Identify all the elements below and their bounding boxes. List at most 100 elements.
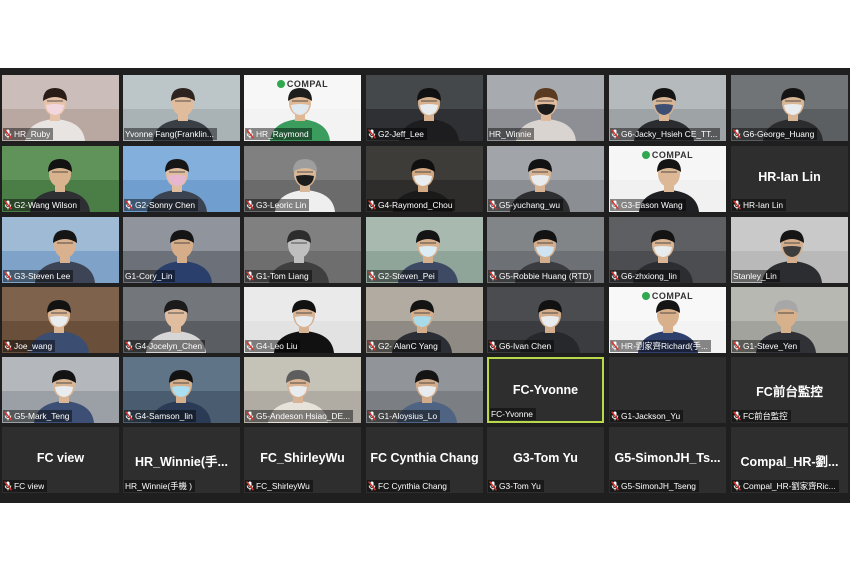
video-gallery: HR_Ruby Yvonne Fang(Franklin... COMPAL HR_R… <box>0 68 850 503</box>
participant-name: G3-Steven Lee <box>14 271 71 281</box>
participant-name-label: HR-劉家齊Richard(手... <box>610 340 712 352</box>
participant-name: G2-Steven_Pei <box>378 271 435 281</box>
participant-tile[interactable]: G6-zhxiong_lin <box>609 217 726 283</box>
mic-muted-icon <box>733 341 741 351</box>
mic-muted-icon <box>246 411 254 421</box>
participant-name: G5-yuchang_wu <box>499 200 560 210</box>
participant-name: G2-Wang Wilson <box>14 200 77 210</box>
mic-muted-icon <box>489 271 497 281</box>
participant-tile[interactable]: G3-Steven Lee <box>2 217 119 283</box>
participant-name: Joe_wang <box>14 341 53 351</box>
participant-name: HR_Ruby <box>14 129 51 139</box>
participant-name: G5-Robbie Huang (RTD) <box>499 271 592 281</box>
participant-tile[interactable]: COMPAL HR_Raymond <box>244 75 361 141</box>
mic-muted-icon <box>4 411 12 421</box>
participant-tile[interactable]: FC_ShirleyWu FC_ShirleyWu <box>244 427 361 493</box>
participant-name-label: G5-Mark_Teng <box>3 410 73 422</box>
participant-tile[interactable]: G2-Wang Wilson <box>2 146 119 212</box>
participant-tile[interactable]: Compal_HR-劉... Compal_HR-劉家齊Ric... <box>731 427 848 493</box>
participant-tile[interactable]: G2-Steven_Pei <box>366 217 483 283</box>
participant-tile[interactable]: G3-Tom Yu G3-Tom Yu <box>487 427 604 493</box>
participant-name: G1-Aloysius_Lo <box>378 411 438 421</box>
participant-tile[interactable]: G1-Jackson_Yu <box>609 357 726 423</box>
participant-name: HR-Ian Lin <box>743 200 784 210</box>
participant-tile[interactable]: G4-Samson_lin <box>123 357 240 423</box>
mic-muted-icon <box>246 271 254 281</box>
participant-name: G3-Eason Wang <box>621 200 683 210</box>
participant-tile[interactable]: G2-Jeff_Lee <box>366 75 483 141</box>
participant-name-label: G6-Ivan Chen <box>488 340 555 352</box>
participant-name-label: G6-Jacky_Hsieh CE_TT... <box>610 128 721 140</box>
mic-muted-icon <box>368 271 376 281</box>
participant-tile[interactable]: FC view FC view <box>2 427 119 493</box>
participant-tile[interactable]: FC-Yvonne FC-Yvonne <box>487 357 604 423</box>
participant-tile[interactable]: HR_Winnie <box>487 75 604 141</box>
participant-name: G6-zhxiong_lin <box>621 271 677 281</box>
mic-muted-icon <box>611 341 619 351</box>
participant-tile[interactable]: G5-Andeson Hsiao_DE... <box>244 357 361 423</box>
mic-muted-icon <box>611 411 619 421</box>
participant-tile[interactable]: G3-Leoric Lin <box>244 146 361 212</box>
participant-name: G1-Steve_Yen <box>743 341 798 351</box>
mic-muted-icon <box>125 411 133 421</box>
participant-tile[interactable]: G4-Raymond_Chou <box>366 146 483 212</box>
mic-muted-icon <box>246 481 254 491</box>
participant-tile[interactable]: G5-SimonJH_Ts... G5-SimonJH_Tseng <box>609 427 726 493</box>
participant-tile[interactable]: Joe_wang <box>2 287 119 353</box>
participant-tile[interactable]: FC前台監控 FC前台監控 <box>731 357 848 423</box>
participant-display-name: FC view <box>36 451 85 465</box>
mic-muted-icon <box>611 200 619 210</box>
participant-name-label: G5-SimonJH_Tseng <box>610 480 699 492</box>
participant-tile[interactable]: G5-yuchang_wu <box>487 146 604 212</box>
participant-tile[interactable]: G2- AlanC Yang <box>366 287 483 353</box>
participant-tile[interactable]: G1-Tom Liang <box>244 217 361 283</box>
participant-tile[interactable]: G6-Ivan Chen <box>487 287 604 353</box>
participant-name-label: HR_Ruby <box>3 128 54 140</box>
mic-muted-icon <box>246 341 254 351</box>
participant-tile[interactable]: G5-Robbie Huang (RTD) <box>487 217 604 283</box>
participant-tile[interactable]: HR-Ian Lin HR-Ian Lin <box>731 146 848 212</box>
participant-name-label: HR_Raymond <box>245 128 312 140</box>
participant-tile[interactable]: Yvonne Fang(Franklin... <box>123 75 240 141</box>
participant-tile[interactable]: G1-Aloysius_Lo <box>366 357 483 423</box>
participant-name-label: G1-Jackson_Yu <box>610 410 684 422</box>
participant-name-label: FC view <box>3 480 48 492</box>
participant-name: HR_Winnie(手機 ) <box>125 481 193 491</box>
participant-display-name: FC_ShirleyWu <box>260 451 345 465</box>
participant-tile[interactable]: G6-George_Huang <box>731 75 848 141</box>
participant-tile[interactable]: G1-Steve_Yen <box>731 287 848 353</box>
mic-muted-icon <box>246 129 254 139</box>
participant-name: FC Cynthia Chang <box>378 481 447 491</box>
mic-muted-icon <box>368 129 376 139</box>
participant-name-label: Joe_wang <box>3 340 56 352</box>
participant-tile[interactable]: G4-Jocelyn_Chen <box>123 287 240 353</box>
participant-tile[interactable]: COMPAL G3-Eason Wang <box>609 146 726 212</box>
participant-name: HR_Winnie <box>489 129 532 139</box>
participant-name: G5-Andeson Hsiao_DE... <box>256 411 351 421</box>
participant-tile[interactable]: G2-Sonny Chen <box>123 146 240 212</box>
participant-tile[interactable]: G4-Leo Liu <box>244 287 361 353</box>
participant-name-label: G2-Steven_Pei <box>367 270 438 282</box>
participant-tile[interactable]: HR_Winnie(手... HR_Winnie(手機 ) <box>123 427 240 493</box>
mic-muted-icon <box>733 200 741 210</box>
mic-muted-icon <box>733 129 741 139</box>
participant-name: HR_Raymond <box>256 129 309 139</box>
participant-name-label: G1-Steve_Yen <box>732 340 801 352</box>
participant-tile[interactable]: G5-Mark_Teng <box>2 357 119 423</box>
participant-tile[interactable]: G6-Jacky_Hsieh CE_TT... <box>609 75 726 141</box>
participant-name: G4-Raymond_Chou <box>378 200 453 210</box>
participant-display-name: FC Cynthia Chang <box>370 451 479 465</box>
participant-name: G3-Tom Yu <box>499 481 541 491</box>
participant-name-label: G2- AlanC Yang <box>367 340 441 352</box>
participant-tile[interactable]: COMPAL HR-劉家齊Richard(手... <box>609 287 726 353</box>
mic-muted-icon <box>611 271 619 281</box>
participant-name-label: G6-George_Huang <box>732 128 818 140</box>
participant-tile[interactable]: Stanley_Lin <box>731 217 848 283</box>
participant-tile[interactable]: HR_Ruby <box>2 75 119 141</box>
participant-tile[interactable]: G1-Cory_Lin <box>123 217 240 283</box>
mic-muted-icon <box>125 341 133 351</box>
participant-name-label: G5-Andeson Hsiao_DE... <box>245 410 354 422</box>
participant-name: Yvonne Fang(Franklin... <box>125 129 214 139</box>
participant-name: FC-Yvonne <box>491 409 533 419</box>
participant-tile[interactable]: FC Cynthia Chang FC Cynthia Chang <box>366 427 483 493</box>
